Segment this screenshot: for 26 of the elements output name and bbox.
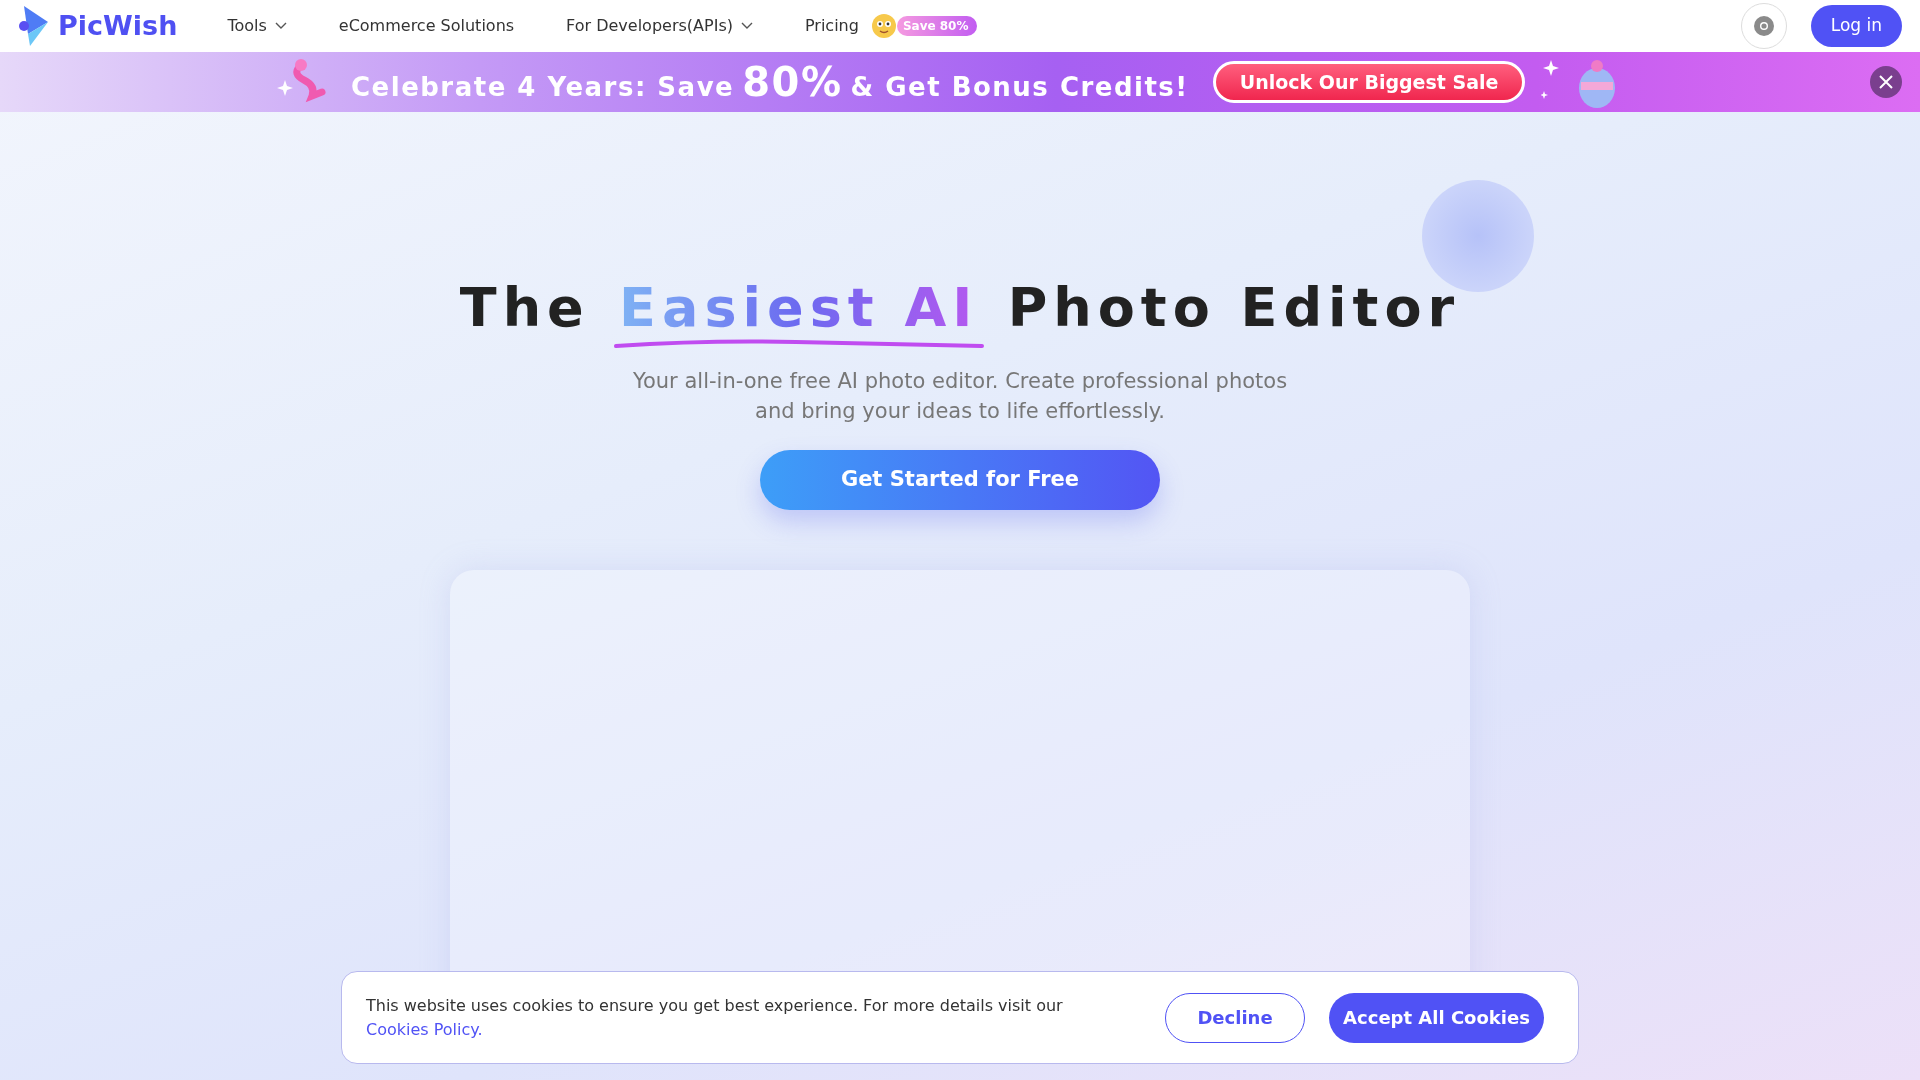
caret-icon	[740, 22, 753, 30]
hero-title: Photo Editor	[1007, 275, 1461, 341]
nav-link[interactable]: Tools	[227, 14, 287, 38]
close-button[interactable]	[1870, 66, 1902, 98]
nav-link[interactable]: For Developers(APIs)	[566, 14, 753, 38]
brand-name: PicWish	[58, 8, 178, 43]
cookie-message: This website uses cookies to ensure you get best experience. For more details visit our Cookies Policy.	[366, 994, 1064, 1041]
discount-badge: Save 80%	[896, 16, 977, 36]
get-started-button[interactable]: Get Started for Free	[760, 450, 1160, 510]
nav-link[interactable]: eCommerce Solutions	[338, 14, 515, 38]
login-button[interactable]: Log in	[1810, 5, 1902, 47]
nav-link[interactable]: Pricing	[804, 14, 859, 38]
sale-button[interactable]: Unlock Our Biggest Sale	[1212, 60, 1526, 104]
underline-squiggle-icon	[613, 338, 984, 350]
browser-icon	[1752, 15, 1775, 37]
accept-cookies-button[interactable]: Accept All Cookies	[1329, 992, 1544, 1043]
caret-icon	[274, 22, 287, 30]
decline-button[interactable]: Decline	[1165, 992, 1305, 1043]
logo-icon	[18, 4, 50, 48]
promo-text: Celebrate 4 Years: Save 80% & Get Bonus Credits!	[351, 58, 1189, 107]
close-icon	[1878, 74, 1894, 90]
hero-title: The	[459, 275, 590, 341]
cookies-policy-link[interactable]: Cookies Policy.	[366, 1019, 483, 1039]
emoji-icon	[870, 13, 897, 39]
hero-subtitle: Your all-in-one free AI photo editor. Create professional photos and bring your ideas to life effortlessly.	[631, 368, 1289, 425]
chrome-extension-button[interactable]	[1740, 3, 1787, 49]
